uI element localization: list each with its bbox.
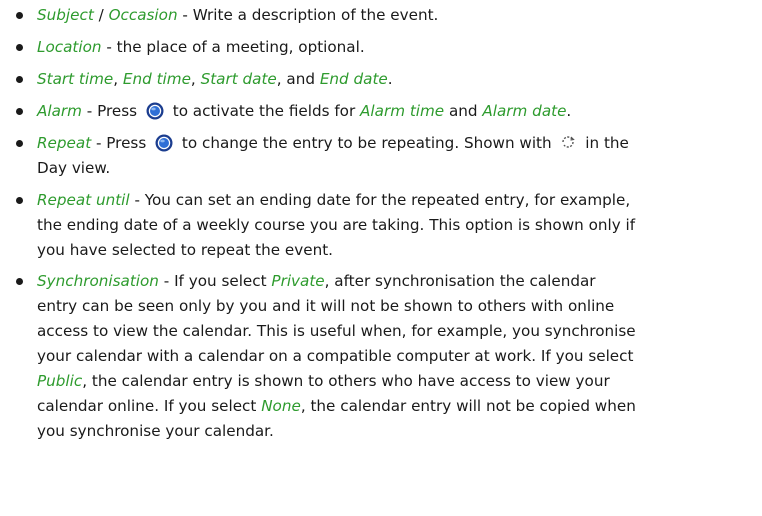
term-start-time: Start time — [37, 70, 114, 88]
term-alarm-date: Alarm date — [482, 102, 567, 120]
term-alarm-time: Alarm time — [360, 102, 445, 120]
term-location: Location — [37, 38, 102, 56]
item-text: Repeat until - You can set an ending dat… — [37, 191, 636, 259]
item-text: Synchronisation - If you select Private,… — [37, 272, 636, 440]
term-occasion: Occasion — [108, 6, 178, 24]
term-repeat: Repeat — [37, 134, 92, 152]
select-key-icon — [146, 102, 164, 120]
item-text: Repeat - Press to change the entry to be… — [37, 134, 629, 177]
term-synchronisation: Synchronisation — [37, 272, 159, 290]
bullet — [16, 76, 23, 83]
bullet — [16, 12, 23, 19]
term-end-date: End date — [319, 70, 388, 88]
term-subject: Subject — [37, 6, 94, 24]
bullet — [16, 140, 23, 147]
term-start-date: Start date — [200, 70, 277, 88]
term-end-time: End time — [122, 70, 191, 88]
item-text: Alarm - Press to activate the fields for… — [37, 102, 572, 120]
repeat-icon — [559, 134, 577, 150]
bullet — [16, 44, 23, 51]
term-repeat-until: Repeat until — [37, 191, 130, 209]
bullet — [16, 108, 23, 115]
term-none: None — [261, 397, 301, 415]
bullet — [16, 278, 23, 285]
bullet — [16, 197, 23, 204]
term-alarm: Alarm — [37, 102, 82, 120]
term-public: Public — [37, 372, 83, 390]
item-text: Location - the place of a meeting, optio… — [37, 38, 365, 56]
item-text: Start time, End time, Start date, and En… — [37, 70, 393, 88]
item-text: Subject / Occasion - Write a description… — [37, 6, 439, 24]
term-private: Private — [271, 272, 325, 290]
select-key-icon — [155, 134, 173, 152]
